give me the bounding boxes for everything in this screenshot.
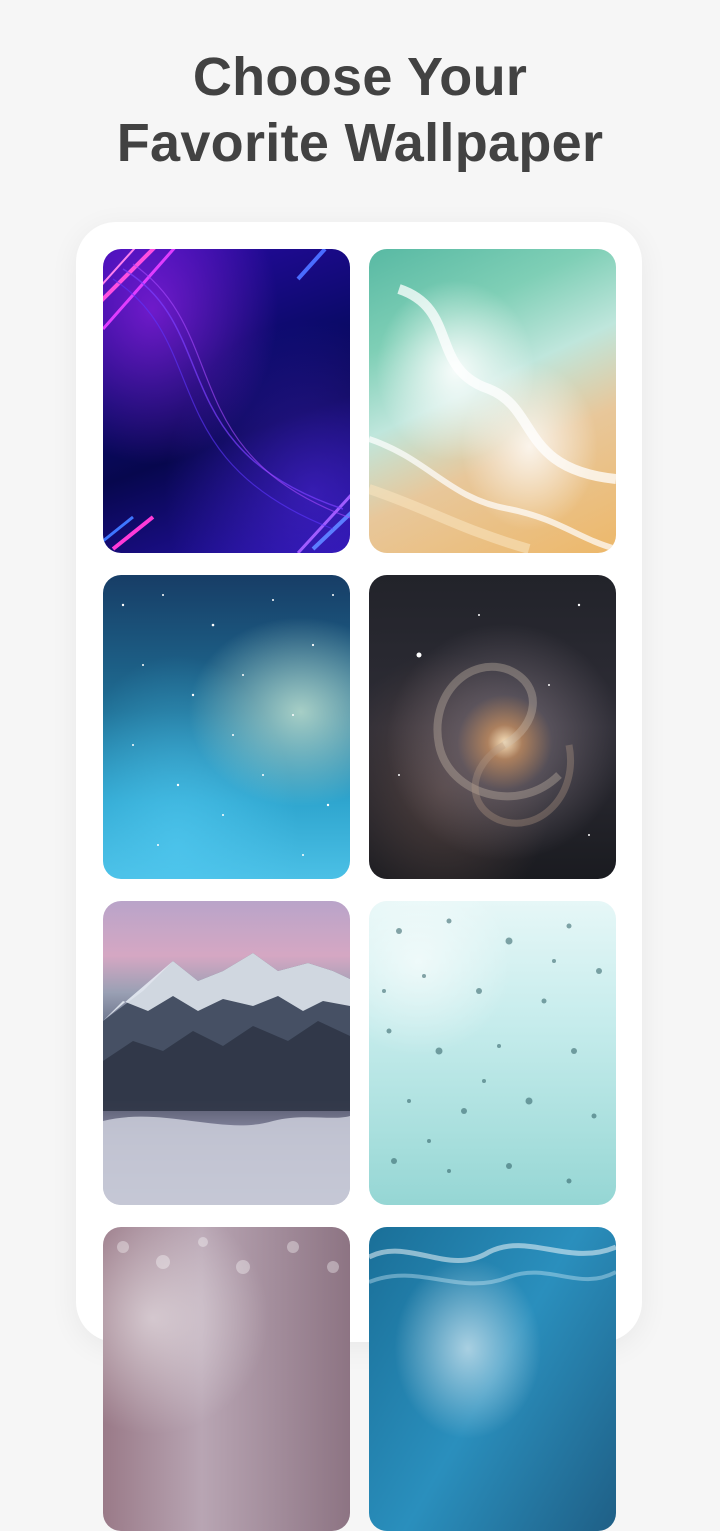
wallpaper-tile-neon-lights[interactable] bbox=[103, 249, 350, 553]
beach-wallpaper-image bbox=[369, 284, 616, 553]
wallpaper-tile-nebula-sky[interactable] bbox=[103, 575, 350, 879]
galaxy-wallpaper-image bbox=[398, 603, 590, 836]
page-title: Choose Your Favorite Wallpaper bbox=[0, 44, 720, 176]
neon-wallpaper-image bbox=[103, 249, 350, 553]
nebula-wallpaper-image bbox=[121, 594, 334, 856]
wallpaper-tile-water-drops[interactable] bbox=[369, 901, 616, 1205]
mountain-wallpaper-image bbox=[103, 953, 350, 1205]
phone-frame bbox=[76, 222, 642, 1531]
wallpaper-tile-ocean-water[interactable] bbox=[369, 1227, 616, 1531]
page-title-line-1: Choose Your bbox=[192, 47, 528, 107]
page-title-line-2: Favorite Wallpaper bbox=[116, 113, 604, 173]
wallpaper-tile-pebbles[interactable] bbox=[103, 1227, 350, 1531]
wallpaper-tile-spiral-galaxy[interactable] bbox=[369, 575, 616, 879]
wallpaper-tile-beach-waves[interactable] bbox=[369, 249, 616, 553]
wallpaper-tile-snowy-mountains[interactable] bbox=[103, 901, 350, 1205]
ocean-wallpaper-image bbox=[369, 1243, 616, 1286]
pebbles-wallpaper-image bbox=[117, 1237, 339, 1274]
drops-wallpaper-image bbox=[382, 918, 602, 1184]
